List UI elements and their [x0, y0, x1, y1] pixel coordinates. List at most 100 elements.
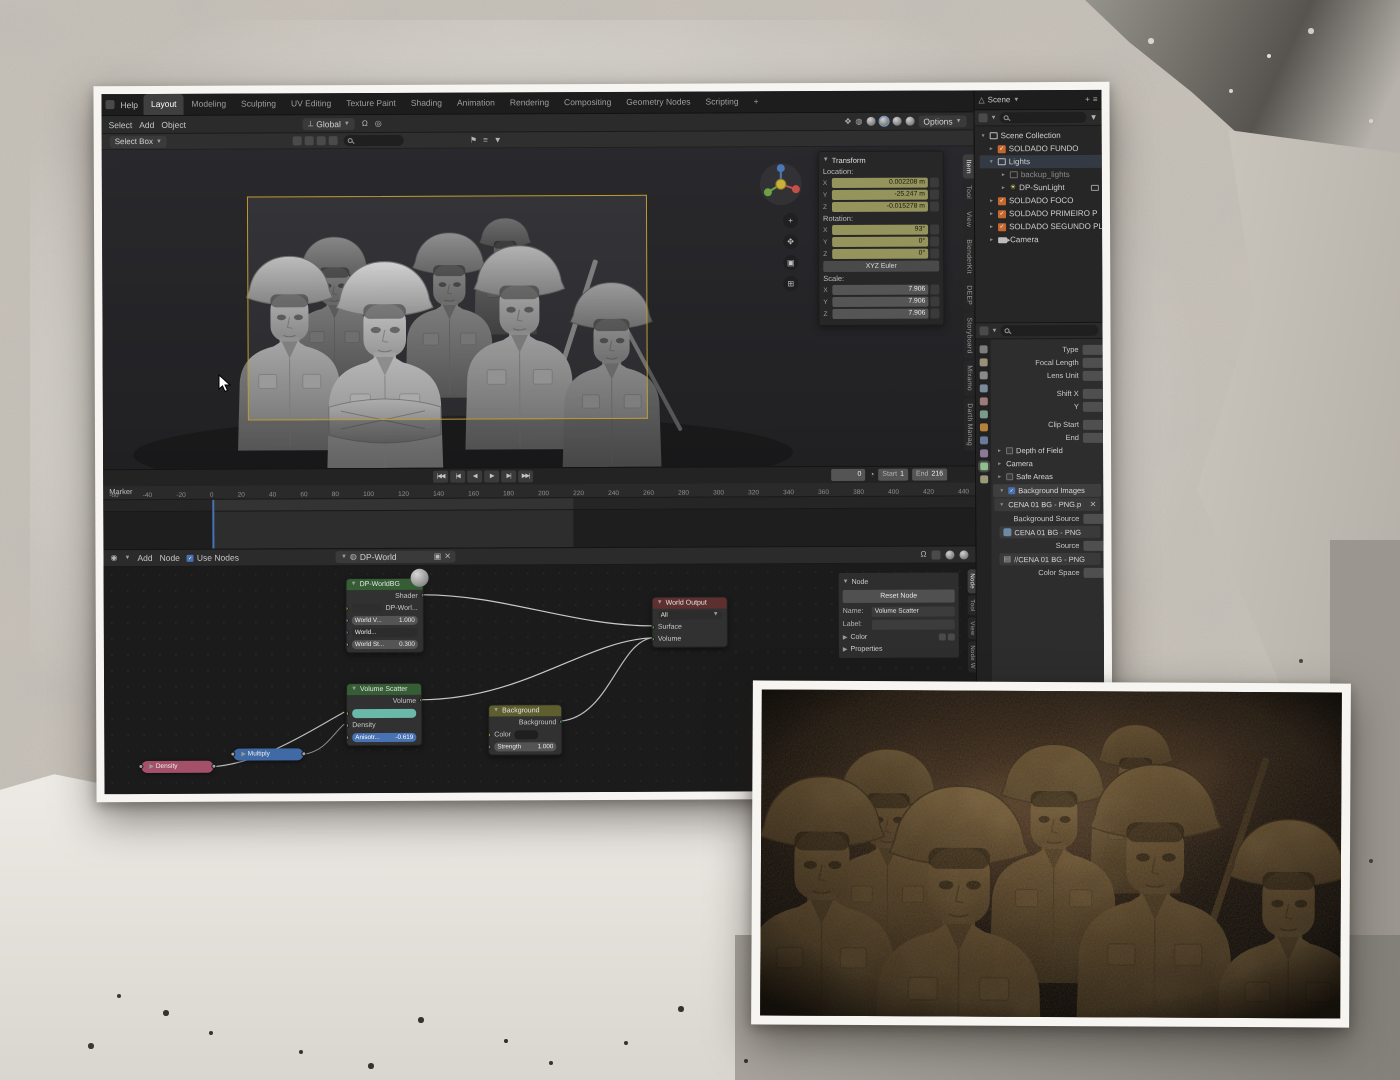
- sidebar-tab-tool[interactable]: Tool: [962, 180, 974, 205]
- screen-icon[interactable]: [1090, 184, 1099, 191]
- show-gizmo-icon[interactable]: ✥: [845, 116, 852, 125]
- shader-output-socket[interactable]: [420, 592, 423, 598]
- lens-unit-field[interactable]: [1082, 370, 1103, 381]
- perspective-icon[interactable]: ⊞: [783, 276, 799, 292]
- properties-search[interactable]: [1000, 324, 1099, 337]
- gizmo-x-axis[interactable]: [791, 185, 800, 194]
- gizmo-y-axis[interactable]: [763, 188, 772, 197]
- workspace-tab-shading[interactable]: Shading: [404, 93, 449, 114]
- worldbg-value-slider[interactable]: World V... 1.000: [351, 615, 418, 625]
- collection-checkbox-icon[interactable]: ✓: [998, 222, 1007, 231]
- workspace-tab-uvediting[interactable]: UV Editing: [284, 93, 338, 114]
- workspace-tab-scripting[interactable]: Scripting: [699, 91, 746, 112]
- collection-checkbox-icon[interactable]: ✓: [997, 144, 1006, 153]
- world-datablock-selector[interactable]: ▼ ◍ DP-World ▣ ✕: [335, 550, 456, 564]
- outliner-display-mode-icon[interactable]: [978, 113, 988, 123]
- mode-icon-2[interactable]: [304, 136, 314, 146]
- location-z-decorator[interactable]: [929, 201, 939, 212]
- scatter-color-swatch[interactable]: [352, 708, 417, 718]
- strength-slider[interactable]: Strength 1.000: [494, 741, 557, 751]
- menu-help[interactable]: Help: [116, 100, 144, 110]
- rotation-y-decorator[interactable]: [930, 236, 940, 247]
- sidebar-tab-view[interactable]: View: [962, 206, 975, 233]
- shading-material-icon[interactable]: [892, 116, 902, 126]
- collection-checkbox-icon[interactable]: ✓: [997, 196, 1006, 205]
- shading-rendered-icon[interactable]: [905, 116, 915, 126]
- workspace-tab-animation[interactable]: Animation: [450, 92, 502, 113]
- properties-tab-object-icon[interactable]: [979, 423, 988, 432]
- gizmo-z-axis[interactable]: [776, 164, 785, 173]
- location-x-decorator[interactable]: [929, 177, 939, 188]
- list-icon[interactable]: ≡: [483, 135, 488, 144]
- properties-tab-output-icon[interactable]: [979, 371, 988, 380]
- jump-to-start-button[interactable]: |◀◀: [433, 470, 449, 483]
- background-source-dropdown[interactable]: [1083, 513, 1104, 524]
- anisotropy-slider[interactable]: Anisotr... -0.619: [352, 732, 417, 742]
- focal-length-field[interactable]: [1082, 357, 1103, 368]
- color-input-socket[interactable]: [347, 710, 350, 716]
- overlay-toggle-icon[interactable]: [931, 550, 941, 560]
- unlink-datablock-icon[interactable]: ✕: [444, 552, 451, 561]
- node-header[interactable]: ▼ World Output: [652, 597, 727, 609]
- bookmark-icon[interactable]: ⚑: [470, 135, 477, 144]
- workspace-tab-sculpting[interactable]: Sculpting: [234, 93, 283, 114]
- worldbg-vector-field[interactable]: World...: [351, 627, 418, 637]
- workspace-tab-texturepaint[interactable]: Texture Paint: [339, 93, 403, 114]
- prev-keyframe-button[interactable]: |◀: [450, 470, 466, 483]
- sidebar-tab-darth[interactable]: Darth Manag: [963, 398, 976, 451]
- options-dropdown[interactable]: Options ▼: [918, 114, 967, 128]
- jump-to-end-button[interactable]: ▶▶|: [518, 470, 534, 483]
- node-dp-worldbg[interactable]: ▼ DP-WorldBG Shader DP-Worl... World V..…: [345, 568, 429, 654]
- workspace-tab-layout[interactable]: Layout: [143, 93, 184, 115]
- workspace-tab-geometrynodes[interactable]: Geometry Nodes: [619, 92, 697, 113]
- location-y-decorator[interactable]: [929, 189, 939, 200]
- scale-x-decorator[interactable]: [930, 284, 940, 295]
- scale-z-field[interactable]: 7.906: [832, 308, 929, 319]
- current-frame-field[interactable]: 0: [831, 468, 866, 482]
- next-keyframe-button[interactable]: ▶|: [501, 470, 517, 483]
- fake-user-shield-icon[interactable]: ▣: [434, 552, 442, 561]
- clip-end-field[interactable]: [1082, 432, 1104, 443]
- node-header[interactable]: ▼ Background: [489, 705, 562, 717]
- safe-areas-checkbox[interactable]: [1006, 473, 1014, 481]
- background-image-item[interactable]: ▾ CENA 01 BG - PNG.p ✕: [994, 497, 1101, 512]
- background-output-socket[interactable]: [559, 719, 562, 725]
- color-preset-icon[interactable]: [938, 633, 946, 641]
- rotation-x-field[interactable]: 93°: [832, 224, 929, 235]
- rotation-mode-dropdown[interactable]: XYZ Euler: [823, 260, 940, 273]
- workspace-tab-modeling[interactable]: Modeling: [184, 94, 233, 115]
- add-workspace-button[interactable]: +: [747, 91, 766, 112]
- node-world-output[interactable]: ▼ World Output All ▼ Surface Volume: [651, 596, 728, 648]
- rotation-z-field[interactable]: 0°: [832, 248, 929, 259]
- blender-logo-icon[interactable]: [105, 100, 115, 110]
- section-depth-of-field[interactable]: ▸ Depth of Field: [991, 444, 1103, 457]
- outliner-search[interactable]: [999, 111, 1087, 124]
- volume-input-socket[interactable]: [652, 636, 655, 642]
- outliner-row-soldado-primeiro[interactable]: ▸ ✓ SOLDADO PRIMEIRO P: [980, 207, 1102, 221]
- reset-node-button[interactable]: Reset Node: [842, 589, 955, 603]
- properties-tab-world-icon[interactable]: [979, 410, 988, 419]
- type-field[interactable]: [1082, 344, 1103, 355]
- transform-panel-header[interactable]: ▼ Transform: [823, 154, 939, 167]
- mode-icon-3[interactable]: [316, 136, 326, 146]
- scene-selector[interactable]: Scene: [988, 95, 1011, 104]
- sidebar-tab-mixamo[interactable]: Mixamo: [963, 360, 975, 397]
- node-header[interactable]: ▼ Volume Scatter: [347, 683, 422, 696]
- location-y-field[interactable]: -25.247 m: [831, 189, 928, 200]
- node-label-field[interactable]: [871, 618, 955, 630]
- overlays-icon[interactable]: ◍: [855, 116, 862, 125]
- frame-start-field[interactable]: Start 1: [878, 468, 909, 481]
- properties-tab-material-icon[interactable]: [979, 475, 988, 484]
- preview-sphere-icon[interactable]: [945, 549, 955, 560]
- shift-x-field[interactable]: [1082, 388, 1103, 399]
- sidebar-tab-blenderkit[interactable]: BlenderKit: [963, 234, 975, 279]
- colorspace-dropdown[interactable]: [1083, 567, 1104, 578]
- density-input-socket[interactable]: [347, 722, 350, 728]
- outliner-row-scene-collection[interactable]: ▾ Scene Collection: [980, 129, 1102, 143]
- outliner-row-camera[interactable]: ▸ Camera: [980, 233, 1102, 247]
- shader-menu-node[interactable]: Node: [160, 553, 180, 563]
- shader-tab-nodewrangler[interactable]: Node W: [967, 641, 977, 673]
- scale-z-decorator[interactable]: [930, 308, 940, 319]
- properties-tab-viewlayer-icon[interactable]: [979, 384, 988, 393]
- properties-tab-render-icon[interactable]: [979, 358, 988, 367]
